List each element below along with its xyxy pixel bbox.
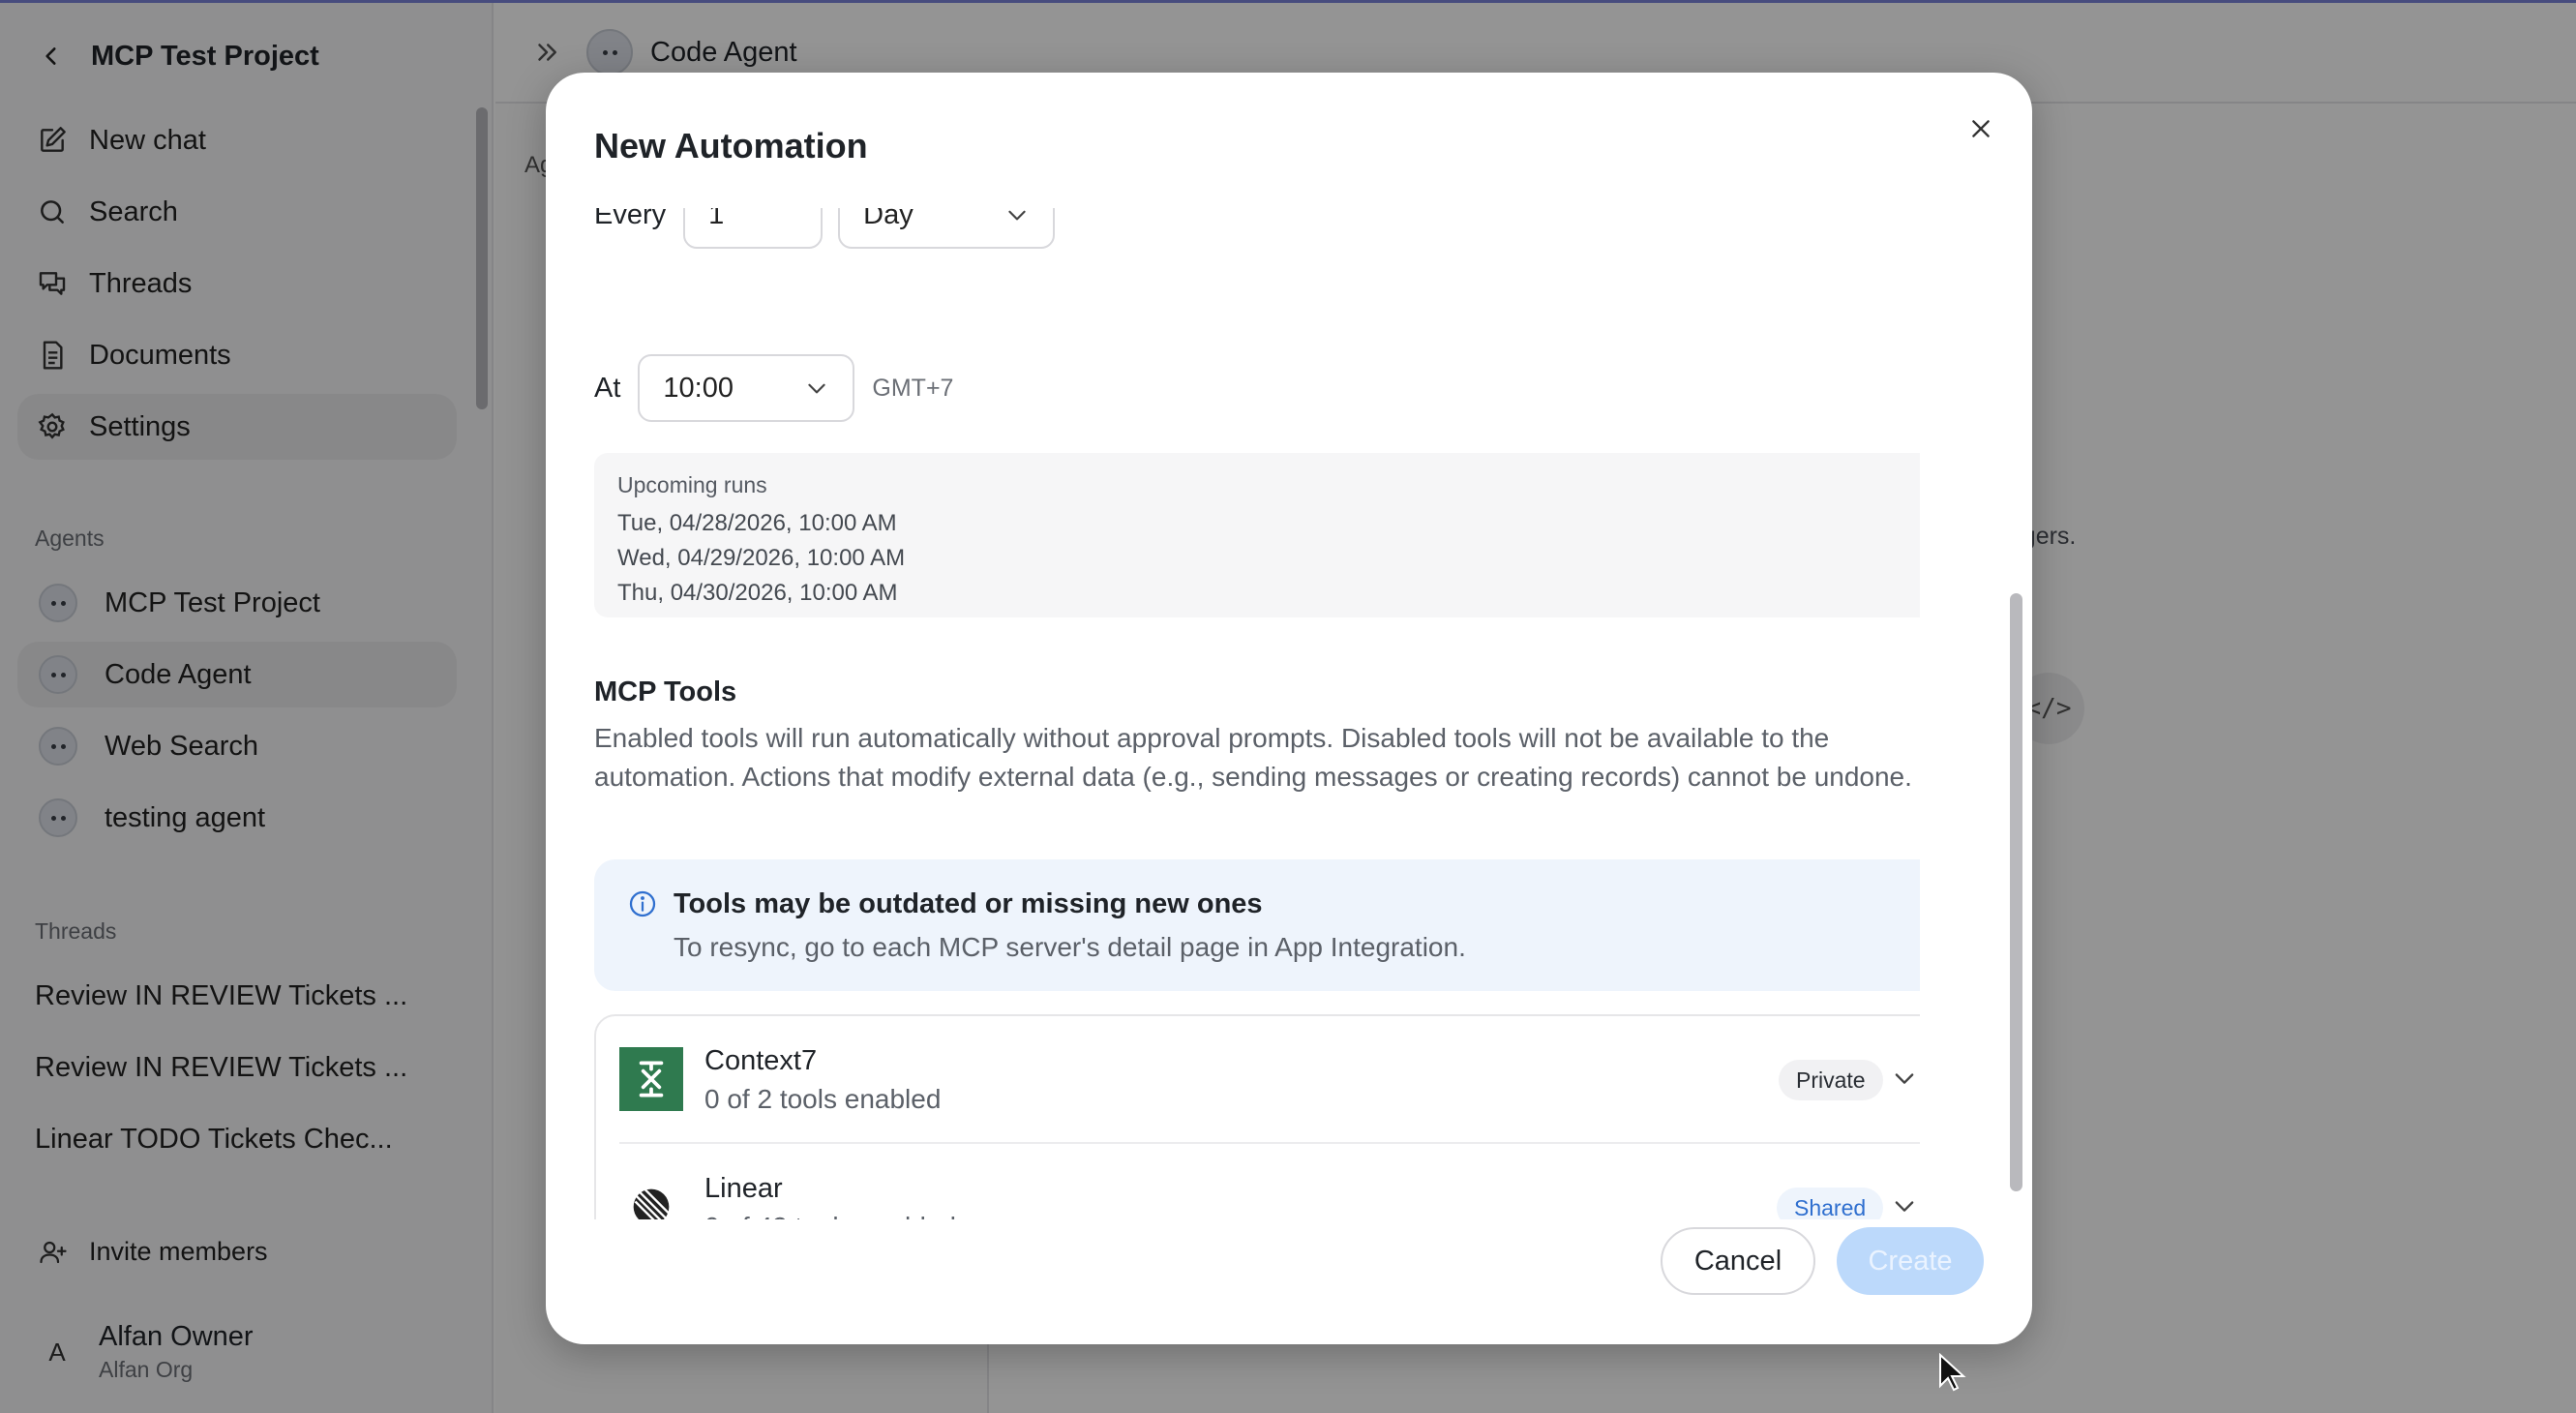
timezone-label: GMT+7 <box>872 374 954 402</box>
chevron-down-icon <box>1008 210 1026 221</box>
tool-row-linear[interactable]: Linear 0 of 42 tools enabled Shared <box>619 1142 1920 1219</box>
upcoming-run: Wed, 04/29/2026, 10:00 AM <box>617 545 906 571</box>
tool-name: Linear <box>704 1173 783 1204</box>
mouse-cursor-icon <box>1939 1353 1966 1392</box>
banner-title: Tools may be outdated or missing new one… <box>674 888 1263 919</box>
upcoming-runs-label: Upcoming runs <box>617 472 767 497</box>
tool-status: 0 of 42 tools enabled <box>704 1212 956 1219</box>
private-badge: Private <box>1779 1060 1883 1100</box>
chevron-down-icon <box>808 383 826 394</box>
dialog-scrollbar[interactable] <box>2010 593 2022 1191</box>
upcoming-run: Tue, 04/28/2026, 10:00 AM <box>617 510 897 536</box>
info-banner: Tools may be outdated or missing new one… <box>594 859 1920 991</box>
at-label: At <box>594 372 621 404</box>
upcoming-run: Thu, 04/30/2026, 10:00 AM <box>617 580 898 606</box>
close-icon[interactable] <box>1957 105 2005 153</box>
new-automation-dialog: New Automation Every 1 Day At 10:00 GMT+… <box>546 73 2032 1344</box>
tool-status: 0 of 2 tools enabled <box>704 1084 942 1114</box>
shared-badge: Shared <box>1777 1188 1884 1219</box>
time-row: At 10:00 GMT+7 <box>594 354 953 422</box>
dialog-body: Every 1 Day At 10:00 GMT+7 Upcoming runs… <box>594 208 1920 1219</box>
banner-text: To resync, go to each MCP server's detai… <box>674 932 1466 962</box>
chevron-down-icon[interactable] <box>1891 1065 1918 1092</box>
cancel-button[interactable]: Cancel <box>1661 1227 1815 1295</box>
time-select[interactable]: 10:00 <box>638 354 855 422</box>
upcoming-runs-panel: Upcoming runs Tue, 04/28/2026, 10:00 AM … <box>594 453 1920 617</box>
time-value: 10:00 <box>663 372 734 404</box>
interval-value: 1 <box>708 208 725 230</box>
every-label: Every <box>594 208 667 230</box>
tool-name: Context7 <box>704 1045 818 1076</box>
info-icon <box>629 890 656 917</box>
mcp-tools-list: Context7 0 of 2 tools enabled Private Li… <box>594 1014 1920 1219</box>
interval-unit-value: Day <box>863 208 914 230</box>
frequency-row: Every 1 Day <box>594 208 1056 249</box>
mcp-tools-heading: MCP Tools <box>594 676 737 707</box>
tool-row-context7[interactable]: Context7 0 of 2 tools enabled Private <box>619 1016 1920 1142</box>
create-button[interactable]: Create <box>1837 1227 1984 1295</box>
linear-logo-icon <box>619 1175 683 1219</box>
chevron-down-icon[interactable] <box>1891 1192 1918 1219</box>
context7-logo-icon <box>619 1047 683 1111</box>
interval-unit-select[interactable]: Day <box>838 208 1056 249</box>
mcp-tools-description: Enabled tools will run automatically wit… <box>594 723 1912 792</box>
interval-input[interactable]: 1 <box>683 208 824 249</box>
dialog-title: New Automation <box>594 126 868 165</box>
